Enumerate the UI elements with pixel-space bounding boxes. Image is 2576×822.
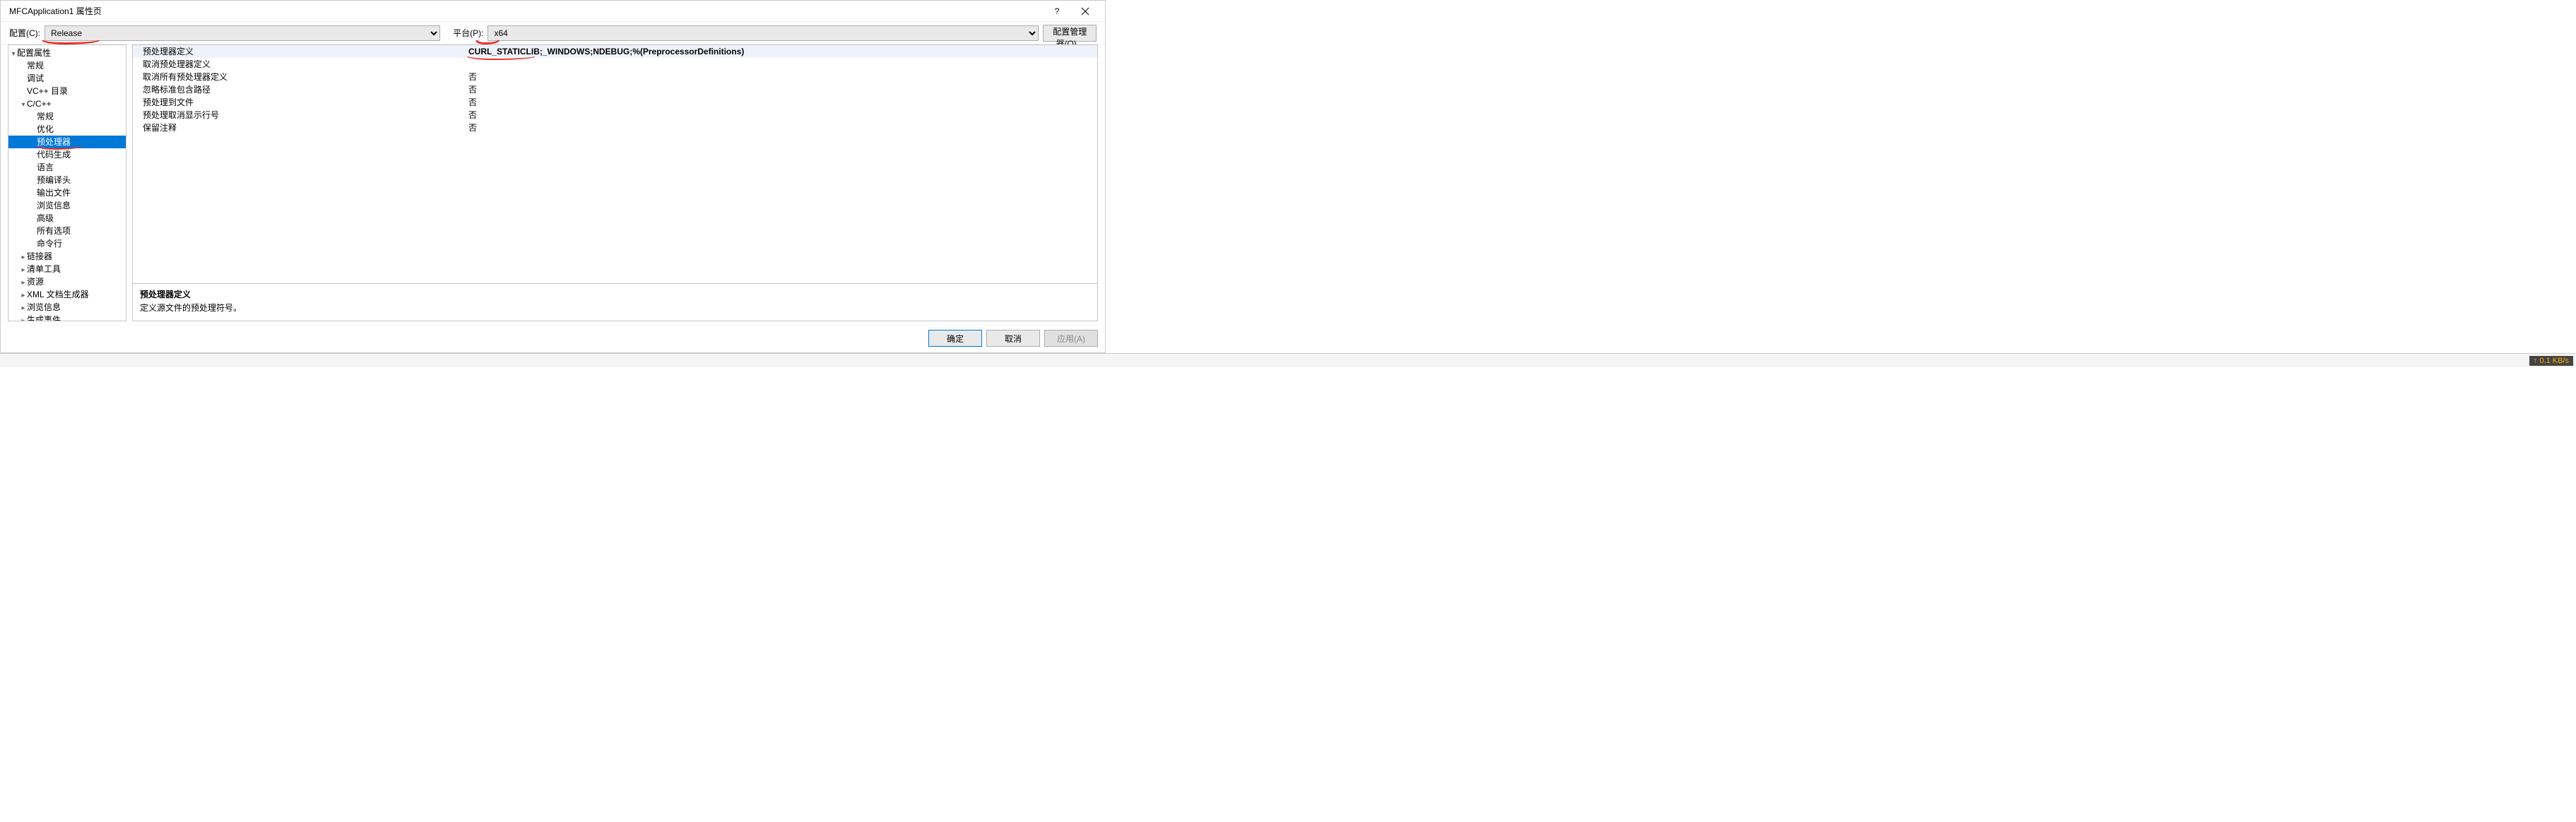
tree-node-label: 命令行 — [37, 239, 62, 249]
tree-node[interactable]: ▸输出文件 — [8, 186, 126, 199]
caret-down-icon: ▾ — [10, 48, 17, 61]
description-title: 预处理器定义 — [140, 288, 1090, 300]
property-row[interactable]: 取消所有预处理器定义否 — [133, 71, 1097, 83]
property-value[interactable]: CURL_STATICLIB;_WINDOWS;NDEBUG;%(Preproc… — [468, 45, 1097, 58]
tree-node-label: 常规 — [27, 61, 44, 71]
description-box: 预处理器定义 定义源文件的预处理符号。 — [133, 283, 1097, 321]
property-row[interactable]: 忽略标准包含路径否 — [133, 83, 1097, 96]
close-button[interactable] — [1071, 1, 1099, 21]
property-grid[interactable]: 预处理器定义CURL_STATICLIB;_WINDOWS;NDEBUG;%(P… — [133, 45, 1097, 283]
tree-node-label: 链接器 — [27, 251, 52, 261]
property-value[interactable]: 否 — [468, 83, 1097, 96]
tree-node[interactable]: ▸XML 文档生成器 — [8, 288, 126, 301]
tree-node-label: 代码生成 — [37, 150, 71, 160]
property-name: 忽略标准包含路径 — [133, 83, 468, 96]
tree-node-label: 浏览信息 — [37, 201, 71, 210]
tree-node[interactable]: ▸VC++ 目录 — [8, 85, 126, 97]
statusbar: ↑ 0.1 KB/s — [0, 353, 2576, 367]
network-rate: ↑ 0.1 KB/s — [2529, 356, 2573, 366]
tree-node[interactable]: ▸优化 — [8, 123, 126, 136]
caret-right-icon: ▸ — [20, 315, 27, 321]
tree-node[interactable]: ▸清单工具 — [8, 263, 126, 275]
tree-node[interactable]: ▸资源 — [8, 275, 126, 288]
property-row[interactable]: 预处理到文件否 — [133, 96, 1097, 109]
config-manager-button[interactable]: 配置管理器(O)... — [1043, 25, 1097, 42]
property-name: 保留注释 — [133, 121, 468, 134]
caret-down-icon: ▾ — [20, 99, 27, 112]
property-row[interactable]: 保留注释否 — [133, 121, 1097, 134]
tree-node-label: 资源 — [27, 277, 44, 287]
body: ▾配置属性▸常规▸调试▸VC++ 目录▾C/C++▸常规▸优化▸预处理器▸代码生… — [1, 44, 1105, 328]
tree-node-label: 调试 — [27, 73, 44, 83]
property-panel: 预处理器定义CURL_STATICLIB;_WINDOWS;NDEBUG;%(P… — [132, 44, 1098, 321]
tree-node-label: 预编译头 — [37, 175, 71, 185]
tree-node-label: 高级 — [37, 213, 54, 223]
tree-node-label: 常规 — [37, 112, 54, 121]
tree-node[interactable]: ▸高级 — [8, 212, 126, 225]
property-pages-dialog: MFCApplication1 属性页 ? 配置(C): Release 平台(… — [0, 0, 1106, 353]
apply-button[interactable]: 应用(A) — [1044, 330, 1098, 347]
property-value[interactable]: 否 — [468, 96, 1097, 109]
tree-node[interactable]: ▸调试 — [8, 72, 126, 85]
tree-node[interactable]: ▸常规 — [8, 59, 126, 72]
tree-node[interactable]: ▸预处理器 — [8, 136, 126, 148]
tree-node[interactable]: ▸常规 — [8, 110, 126, 123]
property-value[interactable]: 否 — [468, 71, 1097, 83]
tree-node-label: 浏览信息 — [27, 302, 61, 312]
property-value[interactable]: 否 — [468, 121, 1097, 134]
tree-node-label: VC++ 目录 — [27, 86, 68, 96]
tree-node[interactable]: ▾配置属性 — [8, 47, 126, 59]
tree-node[interactable]: ▸命令行 — [8, 237, 126, 250]
property-name: 取消所有预处理器定义 — [133, 71, 468, 83]
property-row[interactable]: 取消预处理器定义 — [133, 58, 1097, 71]
config-select[interactable]: Release — [45, 25, 440, 41]
tree-node[interactable]: ▸语言 — [8, 161, 126, 174]
cancel-button[interactable]: 取消 — [986, 330, 1040, 347]
property-row[interactable]: 预处理取消显示行号否 — [133, 109, 1097, 121]
help-button[interactable]: ? — [1043, 1, 1071, 21]
tree-node[interactable]: ▸生成事件 — [8, 314, 126, 321]
property-tree[interactable]: ▾配置属性▸常规▸调试▸VC++ 目录▾C/C++▸常规▸优化▸预处理器▸代码生… — [8, 44, 126, 321]
property-name: 预处理器定义 — [133, 45, 468, 58]
config-bar: 配置(C): Release 平台(P): x64 配置管理器(O)... — [1, 22, 1105, 44]
tree-node-label: 所有选项 — [37, 226, 71, 236]
property-value[interactable]: 否 — [468, 109, 1097, 121]
property-name: 取消预处理器定义 — [133, 58, 468, 71]
tree-node[interactable]: ▾C/C++ — [8, 97, 126, 110]
description-body: 定义源文件的预处理符号。 — [140, 302, 1090, 314]
ok-button[interactable]: 确定 — [928, 330, 982, 347]
tree-node-label: 配置属性 — [17, 48, 51, 58]
titlebar: MFCApplication1 属性页 ? — [1, 1, 1105, 22]
platform-label: 平台(P): — [453, 27, 483, 39]
property-name: 预处理到文件 — [133, 96, 468, 109]
dialog-buttons: 确定 取消 应用(A) — [1, 328, 1105, 352]
tree-node[interactable]: ▸代码生成 — [8, 148, 126, 161]
property-row[interactable]: 预处理器定义CURL_STATICLIB;_WINDOWS;NDEBUG;%(P… — [133, 45, 1097, 58]
tree-node-label: XML 文档生成器 — [27, 290, 89, 299]
tree-node-label: 输出文件 — [37, 188, 71, 198]
tree-node-label: 清单工具 — [27, 264, 61, 274]
tree-node[interactable]: ▸浏览信息 — [8, 301, 126, 314]
tree-node[interactable]: ▸预编译头 — [8, 174, 126, 186]
tree-node-label: 预处理器 — [37, 137, 71, 147]
tree-node[interactable]: ▸浏览信息 — [8, 199, 126, 212]
tree-node-label: 优化 — [37, 124, 54, 134]
window-title: MFCApplication1 属性页 — [6, 5, 1043, 17]
tree-node[interactable]: ▸所有选项 — [8, 225, 126, 237]
platform-select[interactable]: x64 — [488, 25, 1039, 41]
tree-node-label: 语言 — [37, 162, 54, 172]
config-label: 配置(C): — [9, 27, 40, 39]
tree-node[interactable]: ▸链接器 — [8, 250, 126, 263]
property-name: 预处理取消显示行号 — [133, 109, 468, 121]
close-icon — [1081, 7, 1089, 16]
tree-node-label: C/C++ — [27, 99, 52, 109]
property-value[interactable] — [468, 58, 1097, 71]
tree-node-label: 生成事件 — [27, 315, 61, 321]
